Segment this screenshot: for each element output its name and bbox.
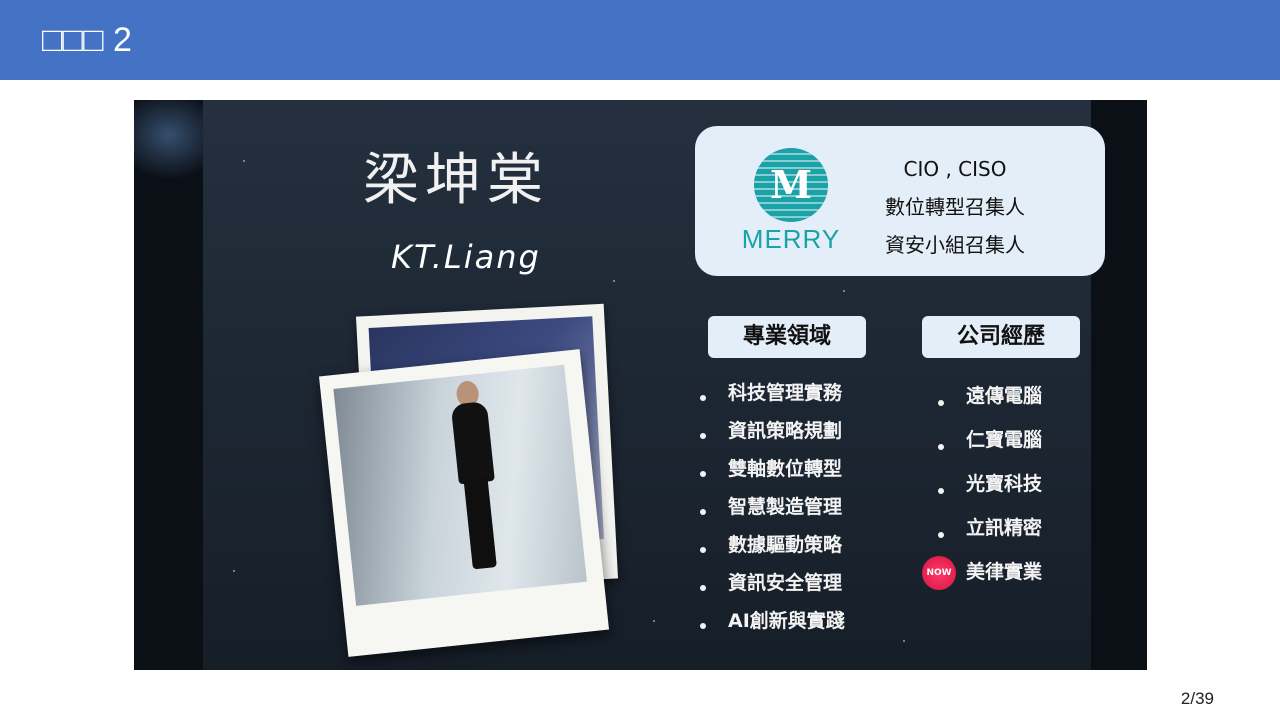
logo-text: MERRY [741,224,841,254]
now-badge: NOW [922,556,956,590]
list-item: AI創新與實踐 [698,607,845,645]
page-number: 2/39 [1180,689,1214,708]
portrait-photo [333,364,587,606]
name-chinese: 梁坤棠 [363,148,549,213]
list-item: 仁寶電腦 [936,425,1042,469]
slide-image: 梁坤棠 KT.Liang M MERRY CIO , CISO 數位轉型召集人 … [134,100,1147,670]
list-item: 數據驅動策略 [698,531,845,569]
role-item: CIO , CISO [903,157,1007,181]
list-item: 資訊安全管理 [698,569,845,607]
company-card: M MERRY CIO , CISO 數位轉型召集人 資安小組召集人 [695,126,1105,276]
page-title: □□□ 2 [42,21,132,59]
role-list: CIO , CISO 數位轉型召集人 資安小組召集人 [865,150,1045,264]
photo-frame-front [318,349,610,657]
list-item: 遠傳電腦 [936,381,1042,425]
role-item: 資安小組召集人 [885,233,1025,257]
logo-mark: M [769,162,813,207]
list-item: 資訊策略規劃 [698,417,845,455]
list-item: 科技管理實務 [698,379,845,417]
role-item: 數位轉型召集人 [885,195,1025,219]
list-item: 雙軸數位轉型 [698,455,845,493]
experience-list: 遠傳電腦 仁寶電腦 光寶科技 立訊精密 NOW 美律實業 [922,381,1043,601]
experience-heading: 公司經歷 [922,316,1080,358]
expertise-list: 科技管理實務 資訊策略規劃 雙軸數位轉型 智慧製造管理 數據驅動策略 資訊安全管… [698,379,845,645]
list-item: 立訊精密 [936,513,1042,557]
current-company-item: NOW 美律實業 [922,556,1043,601]
header-bar: □□□ 2 [0,0,1280,80]
current-company-label: 美律實業 [966,561,1043,583]
person-body [450,401,495,485]
slide-content: 梁坤棠 KT.Liang M MERRY CIO , CISO 數位轉型召集人 … [203,100,1105,670]
person-legs [463,477,497,570]
name-english: KT.Liang [391,238,541,276]
merry-logo-icon: M [754,148,828,222]
list-item: 光寶科技 [936,469,1042,513]
expertise-heading: 專業領域 [708,316,866,358]
list-item: 智慧製造管理 [698,493,845,531]
